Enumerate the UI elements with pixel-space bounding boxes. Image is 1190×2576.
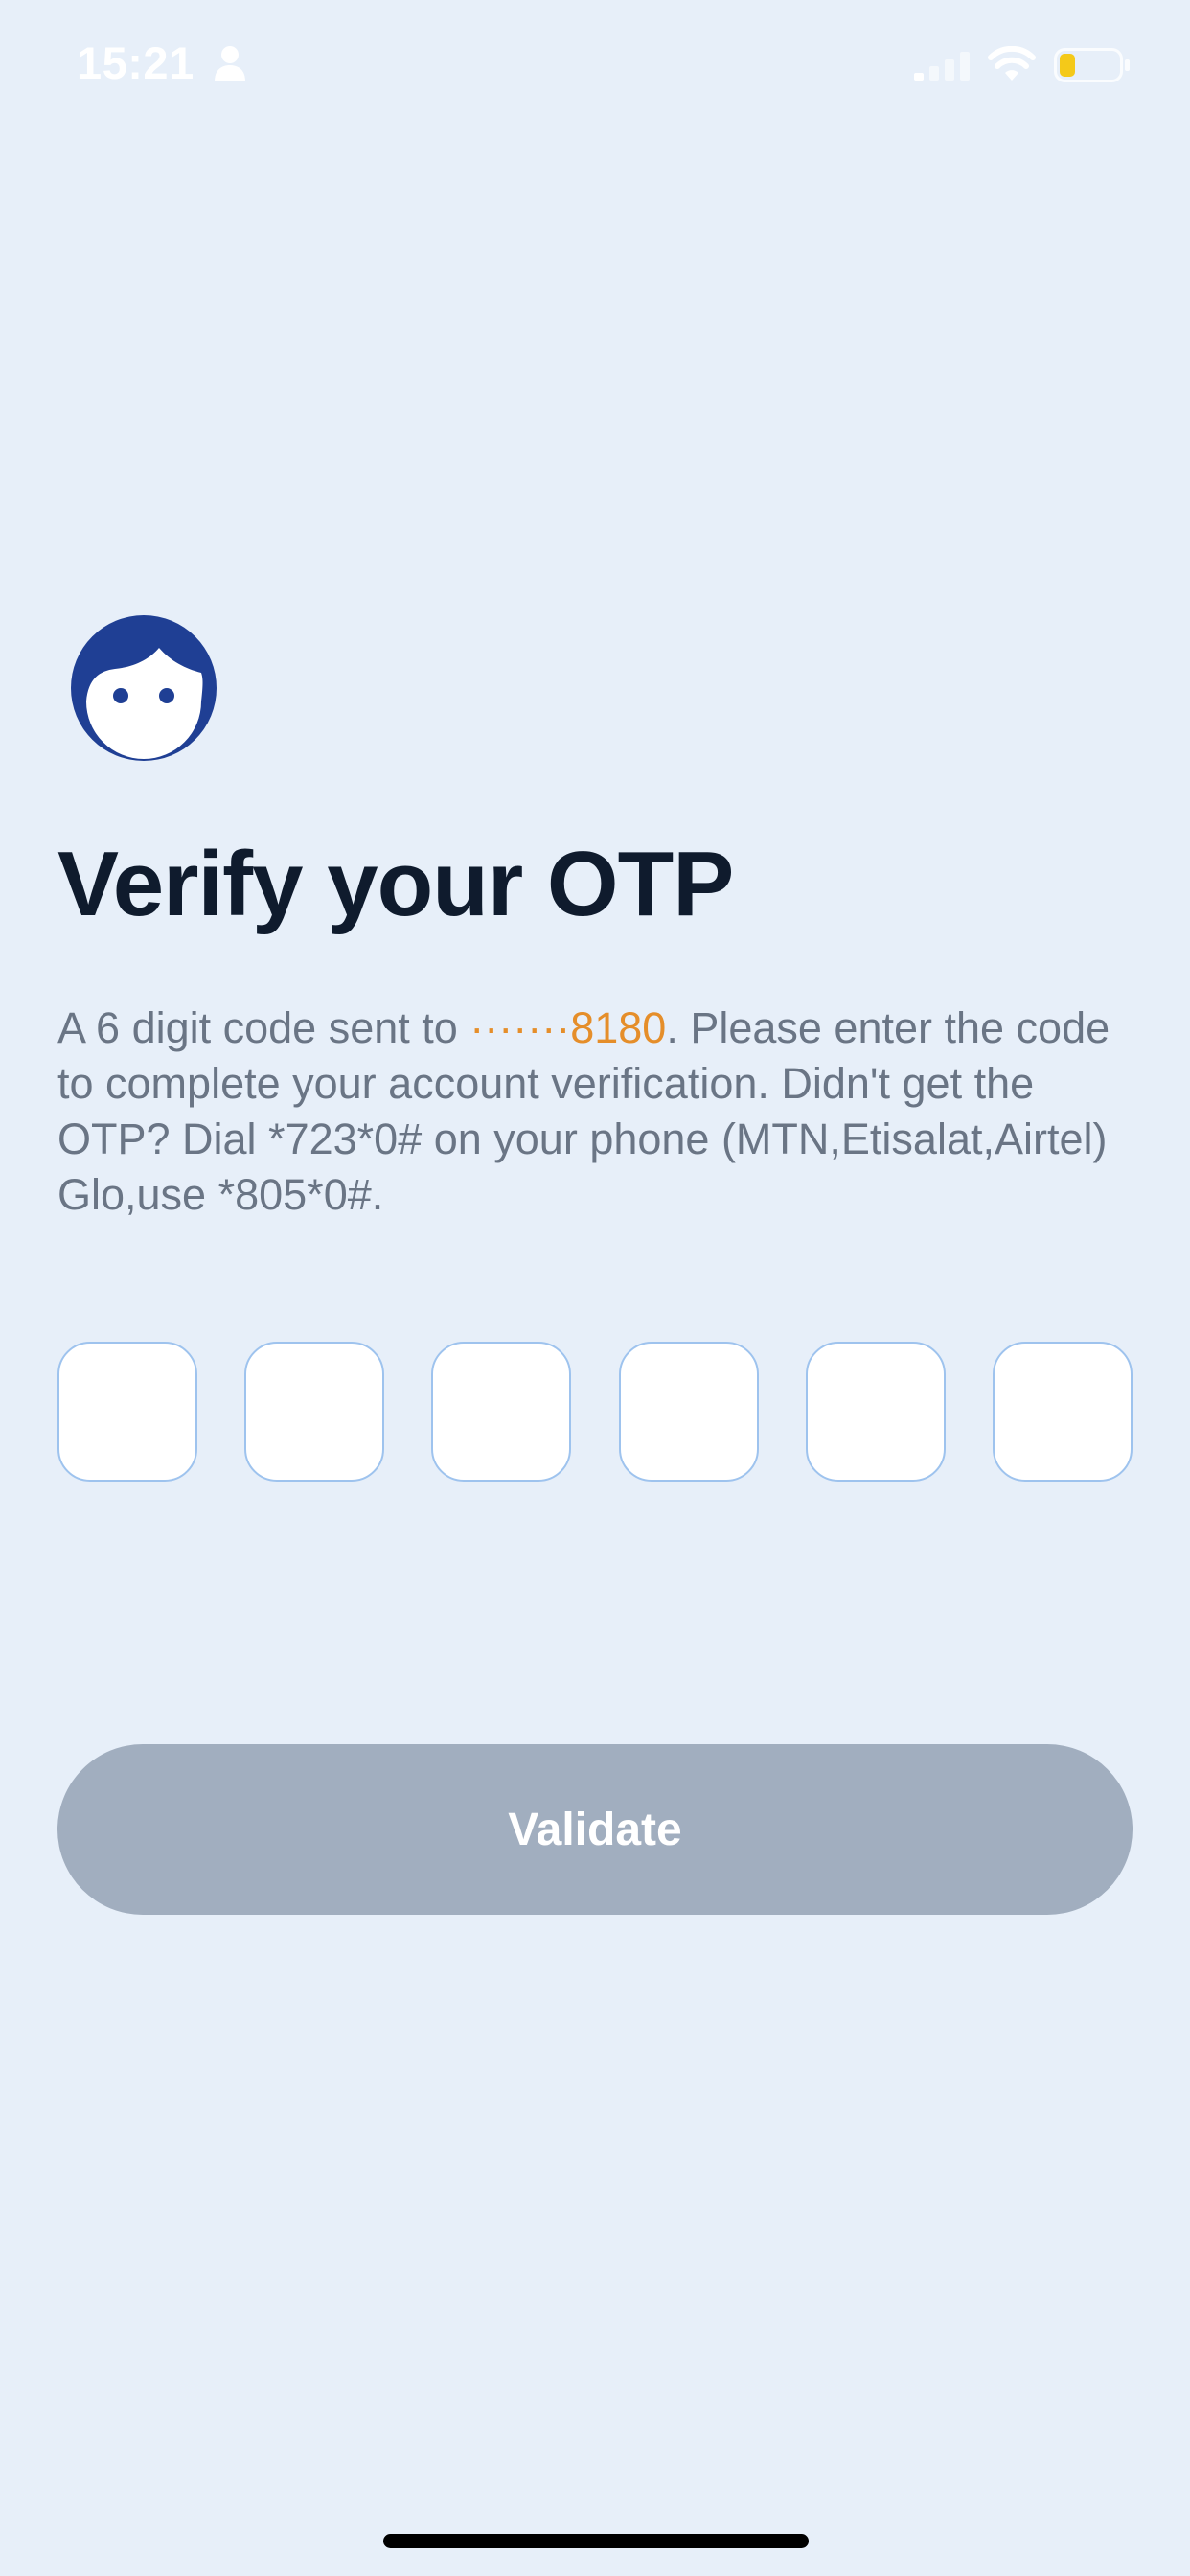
otp-input-row [57, 1342, 1133, 1485]
battery-icon [1054, 48, 1130, 82]
otp-digit-1[interactable] [57, 1342, 197, 1482]
signal-icon [914, 52, 970, 80]
otp-digit-4[interactable] [618, 1342, 759, 1482]
person-icon [215, 46, 245, 81]
status-time: 15:21 [77, 37, 195, 88]
otp-digit-3[interactable] [431, 1342, 572, 1482]
wifi-icon [988, 46, 1036, 80]
description-prefix: A 6 digit code sent to [57, 1003, 470, 1052]
otp-digit-5[interactable] [805, 1342, 946, 1482]
validate-button[interactable]: Validate [57, 1744, 1133, 1915]
home-indicator[interactable] [383, 2534, 809, 2548]
otp-digit-2[interactable] [244, 1342, 385, 1482]
masked-phone-number: ·······8180 [469, 1003, 667, 1052]
face-icon [71, 615, 217, 761]
otp-digit-6[interactable] [992, 1342, 1133, 1482]
otp-description: A 6 digit code sent to ·······8180. Plea… [57, 1000, 1140, 1223]
page-title: Verify your OTP [57, 833, 734, 935]
status-bar: 15:21 [0, 0, 1190, 129]
